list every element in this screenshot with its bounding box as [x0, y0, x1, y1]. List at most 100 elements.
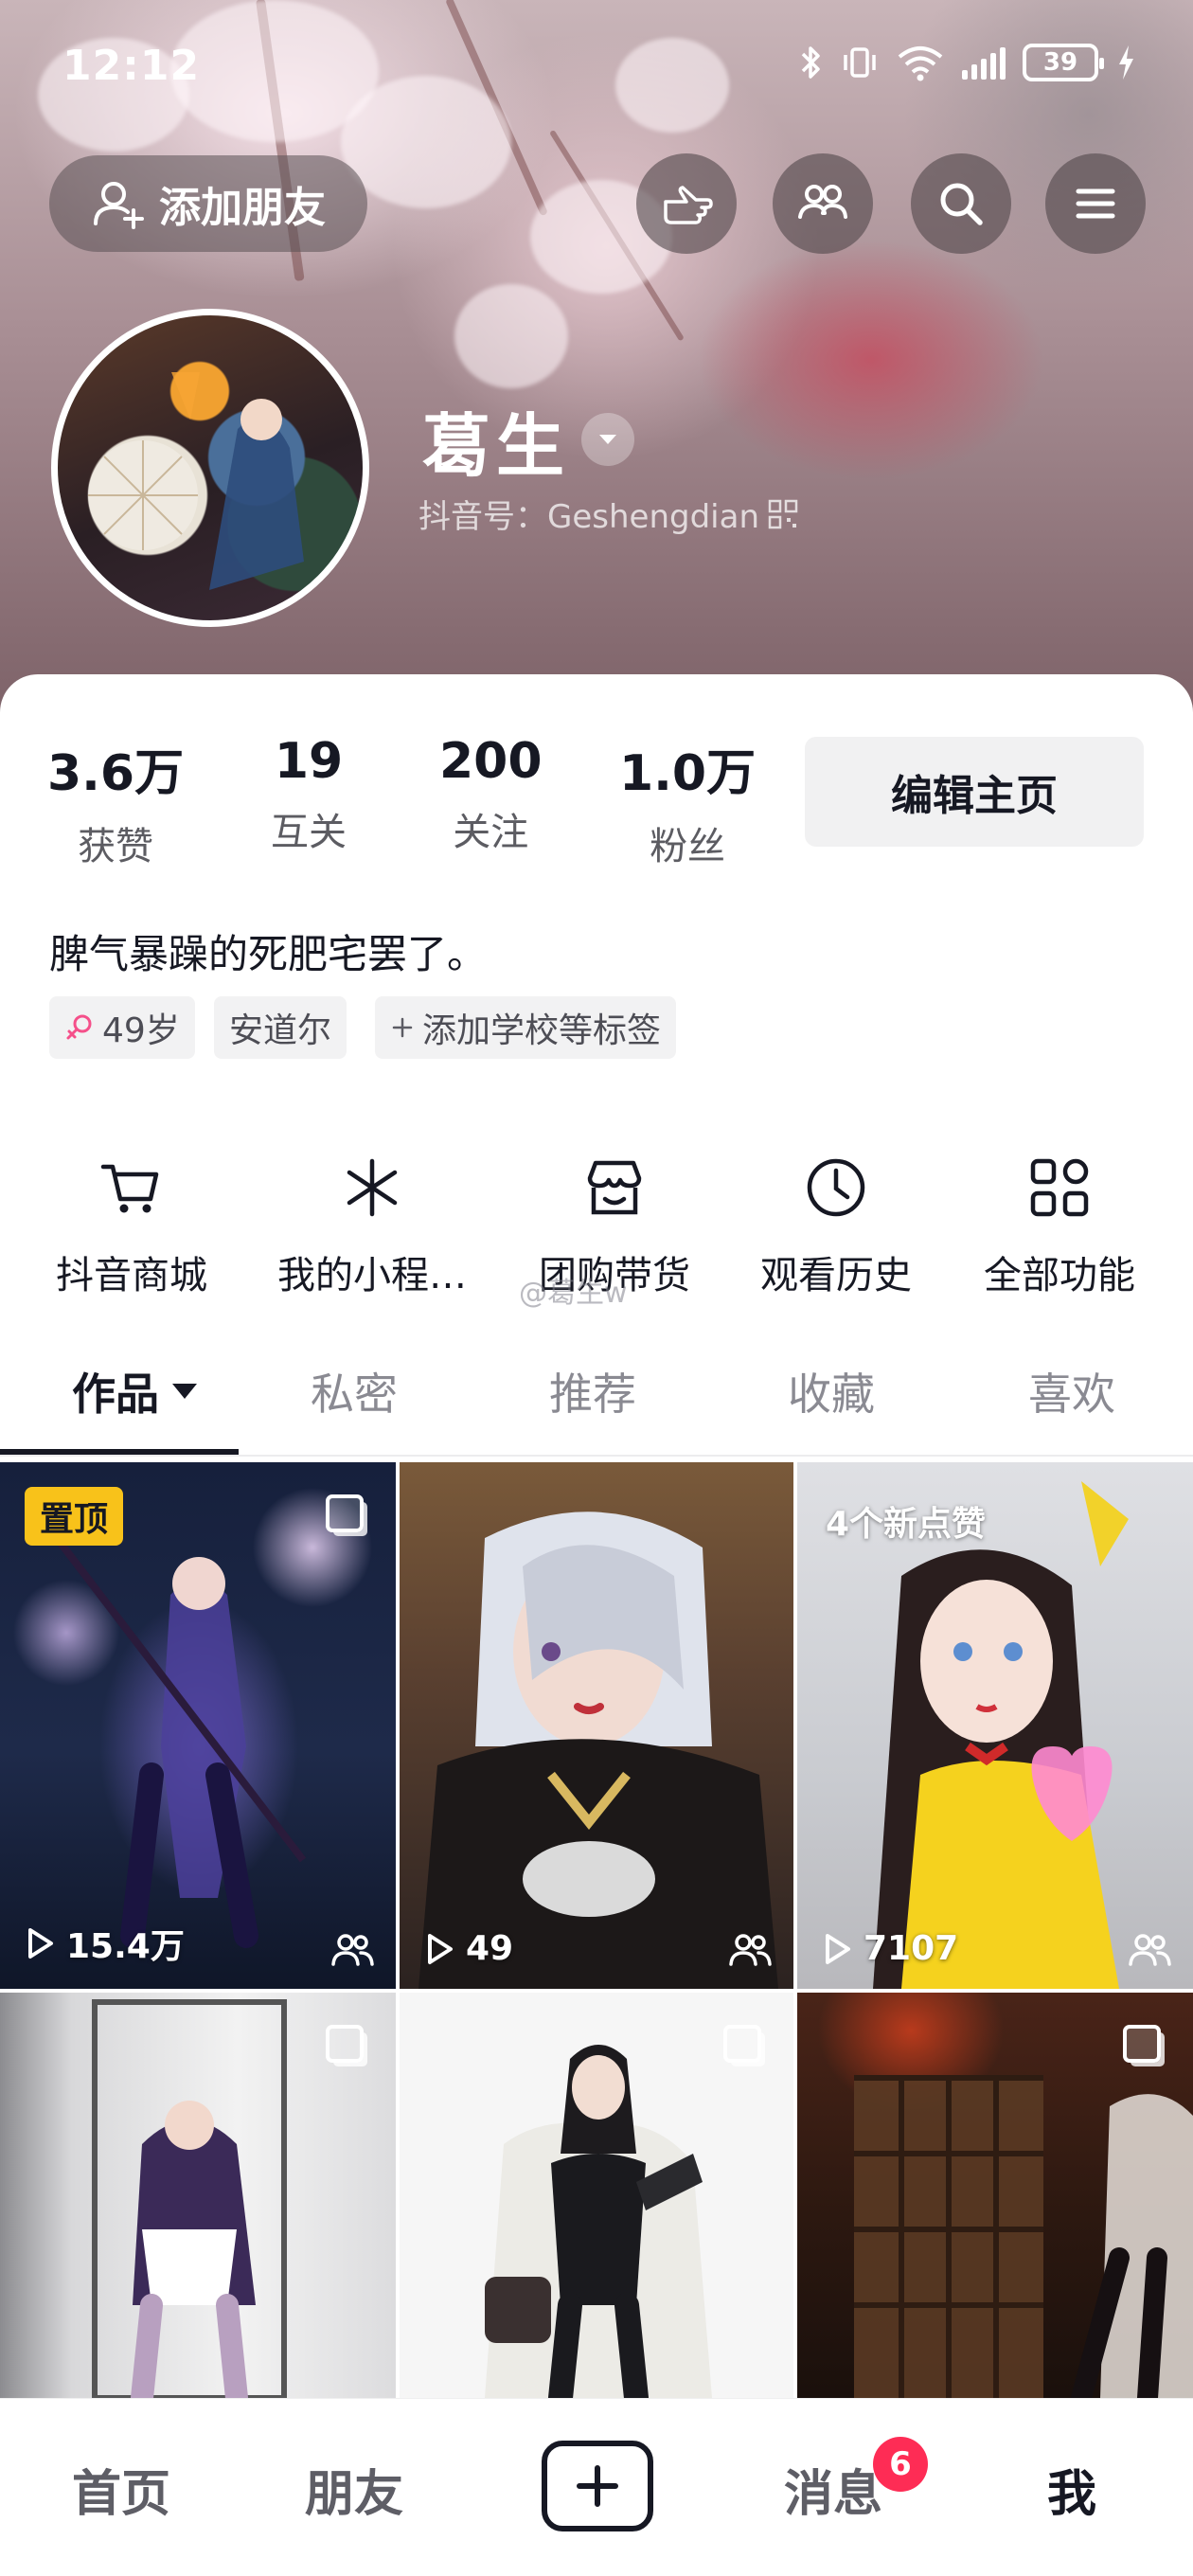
multi-image-icon — [326, 1494, 364, 1532]
username: 葛生 — [422, 406, 571, 486]
stat-label: 关注 — [453, 811, 529, 854]
tab-label: 作品 — [72, 1368, 159, 1420]
tab-works[interactable]: 作品 — [72, 1360, 199, 1422]
multi-image-icon — [1123, 2025, 1161, 2063]
play-count: 15.4万 — [21, 1919, 185, 1968]
feature-label: 我的小程… — [277, 1254, 467, 1297]
video-tile[interactable] — [400, 1993, 793, 2398]
tag-location-label: 安道尔 — [229, 1011, 332, 1050]
feature-history[interactable]: 观看历史 — [727, 1148, 945, 1299]
cart-icon — [23, 1148, 240, 1227]
stat-mutual[interactable]: 19 互关 — [271, 733, 347, 856]
feature-label: 全部功能 — [984, 1254, 1135, 1297]
video-tile[interactable] — [797, 1993, 1193, 2398]
tag-location[interactable]: 安道尔 — [214, 996, 347, 1059]
avatar[interactable] — [51, 309, 369, 627]
battery-indicator: 39 — [1023, 44, 1104, 81]
qr-code-icon — [768, 499, 798, 528]
female-icon — [66, 1014, 92, 1040]
nav-me[interactable]: 我 — [1047, 2454, 1096, 2525]
douyin-id[interactable]: 抖音号：Geshengdian — [418, 491, 799, 537]
stat-followers[interactable]: 1.0万 粉丝 — [619, 733, 756, 870]
multi-image-icon — [326, 2025, 364, 2063]
play-icon — [28, 1928, 53, 1959]
friends-visible-icon — [729, 1934, 772, 1966]
play-count-value: 49 — [466, 1929, 514, 1968]
douyin-id-text: 抖音号：Geshengdian — [418, 498, 759, 536]
add-school-label: 添加学校等标签 — [422, 1011, 662, 1050]
new-likes-badge: 4个新点赞 — [826, 1505, 987, 1544]
feature-mini-program[interactable]: 我的小程… — [263, 1148, 481, 1299]
edit-profile-button[interactable]: 编辑主页 — [805, 737, 1144, 847]
status-icons: 39 — [799, 44, 1136, 81]
account-switch-button[interactable] — [581, 413, 634, 466]
hand-point-icon — [664, 186, 713, 224]
nav-messages[interactable]: 消息 — [784, 2454, 882, 2525]
plus-icon — [392, 1017, 413, 1038]
add-school-tag[interactable]: 添加学校等标签 — [375, 996, 677, 1059]
stat-value: 1.0万 — [619, 745, 757, 802]
clock-icon — [727, 1148, 945, 1227]
status-time: 12:12 — [62, 42, 201, 90]
menu-button[interactable] — [1045, 153, 1146, 254]
chevron-down-icon — [599, 435, 616, 444]
divider — [0, 1455, 1193, 1457]
nav-friends[interactable]: 朋友 — [305, 2454, 403, 2525]
bio: 脾气暴躁的死肥宅罢了。 — [49, 931, 488, 977]
pinned-badge: 置顶 — [25, 1487, 124, 1546]
plus-icon — [577, 2465, 618, 2507]
grid-icon — [951, 1148, 1168, 1227]
video-tile[interactable]: 置顶 15.4万 — [0, 1462, 396, 1989]
feature-mall[interactable]: 抖音商城 — [23, 1148, 240, 1299]
stat-label: 获赞 — [78, 825, 154, 868]
status-bar: 12:12 39 — [0, 0, 1193, 133]
feature-label: 观看历史 — [760, 1254, 912, 1297]
tab-favorites[interactable]: 收藏 — [788, 1360, 875, 1422]
bottom-nav: 首页 朋友 消息 6 我 — [0, 2398, 1193, 2576]
play-count-value: 7107 — [864, 1929, 959, 1968]
stat-following[interactable]: 200 关注 — [439, 733, 543, 856]
play-count: 49 — [420, 1929, 513, 1968]
shop-icon — [506, 1148, 723, 1227]
video-tile[interactable]: 4个新点赞 7107 — [797, 1462, 1193, 1989]
avatar-image — [88, 372, 304, 590]
play-count: 7107 — [818, 1929, 958, 1968]
add-friend-label: 添加朋友 — [159, 184, 326, 232]
stat-label: 粉丝 — [650, 825, 726, 868]
search-button[interactable] — [911, 153, 1011, 254]
search-icon — [940, 183, 983, 225]
friends-visible-icon — [331, 1934, 374, 1966]
wifi-icon — [898, 46, 943, 81]
stat-likes[interactable]: 3.6万 获赞 — [47, 733, 184, 870]
charging-icon — [1119, 45, 1133, 80]
friends-visible-icon — [1129, 1934, 1171, 1966]
feature-label: 抖音商城 — [56, 1254, 207, 1297]
multi-image-icon — [723, 2025, 761, 2063]
bluetooth-icon — [801, 46, 820, 79]
watermark: @葛生w — [519, 1277, 628, 1310]
add-friend-button[interactable]: 添加朋友 — [49, 155, 367, 252]
menu-icon — [1076, 188, 1115, 219]
tab-recommended[interactable]: 推荐 — [549, 1360, 636, 1422]
friends-list-button[interactable] — [773, 153, 873, 254]
video-tile[interactable]: 49 — [400, 1462, 793, 1989]
create-button[interactable] — [542, 2441, 653, 2531]
add-user-icon — [94, 182, 144, 229]
mini-program-icon — [263, 1148, 481, 1227]
vibrate-icon — [844, 47, 876, 78]
visitor-button[interactable] — [636, 153, 737, 254]
video-thumbnail — [418, 1512, 778, 1989]
tab-likes[interactable]: 喜欢 — [1028, 1360, 1115, 1422]
caret-down-icon — [172, 1384, 197, 1399]
feature-all[interactable]: 全部功能 — [951, 1148, 1168, 1299]
tab-private[interactable]: 私密 — [311, 1360, 398, 1422]
tag-age-label: 49岁 — [102, 1011, 180, 1050]
stat-value: 3.6万 — [47, 745, 185, 802]
play-count-value: 15.4万 — [66, 1927, 185, 1966]
message-count-badge: 6 — [873, 2437, 928, 2492]
stat-label: 互关 — [271, 811, 347, 854]
tag-age[interactable]: 49岁 — [49, 996, 195, 1059]
video-tile[interactable] — [0, 1993, 396, 2398]
nav-home[interactable]: 首页 — [72, 2454, 170, 2525]
play-icon — [428, 1933, 453, 1964]
